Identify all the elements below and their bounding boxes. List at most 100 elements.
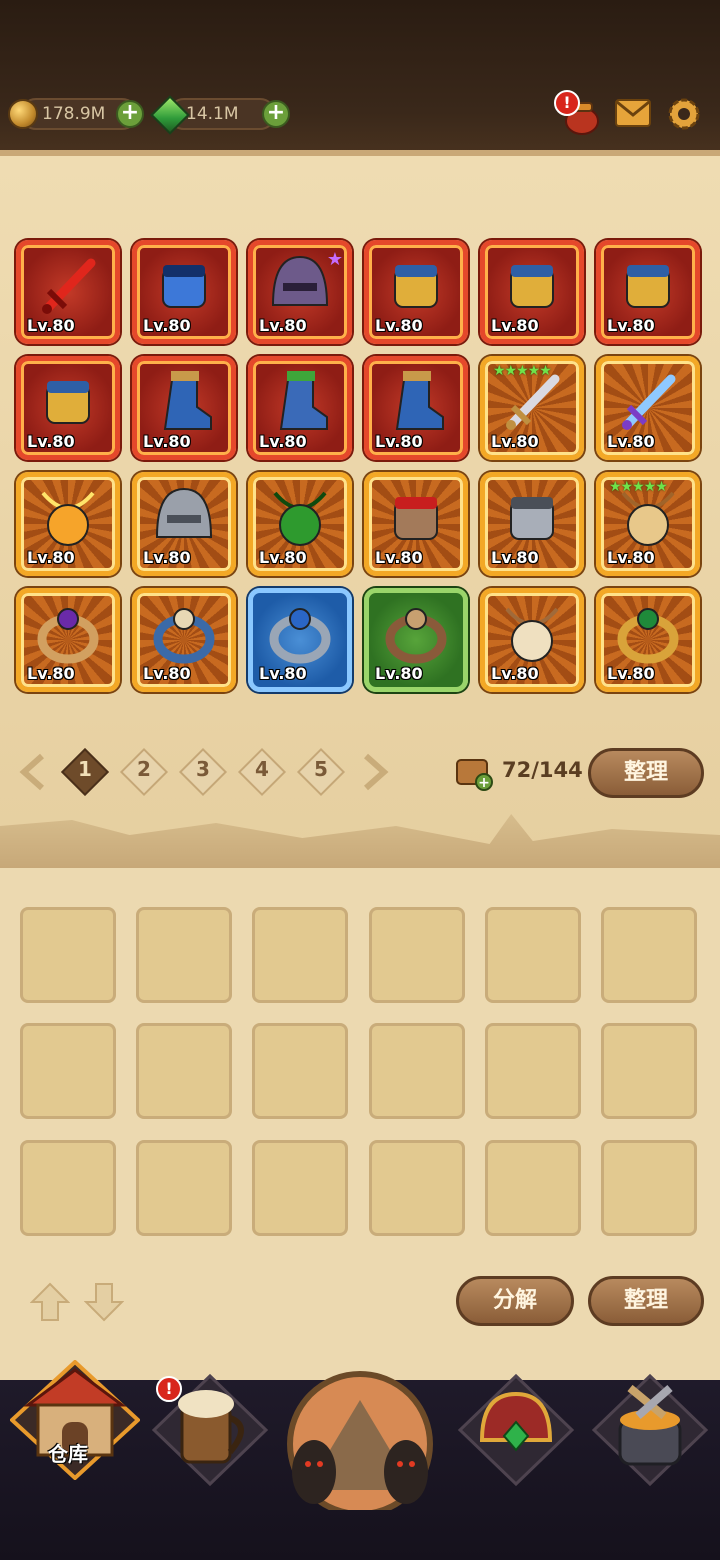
salvage-slot[interactable] [601,907,697,1003]
item-level: Lv.80 [143,548,191,567]
item-level: Lv.80 [607,432,655,451]
salvage-slot[interactable] [20,907,116,1003]
inventory-item-slot[interactable]: Lv.80 [248,588,352,692]
salvage-slot[interactable] [369,907,465,1003]
item-level: Lv.80 [375,432,423,451]
item-level: Lv.80 [27,432,75,451]
green-pendant-icon [265,483,335,557]
inventory-item-slot[interactable]: Lv.80 [16,240,120,344]
star-rating: ★★★★★ [493,363,552,379]
skull-hood-icon [265,251,335,325]
item-level: Lv.80 [259,432,307,451]
inventory-item-slot[interactable]: ★ Lv.80 [248,240,352,344]
item-level: Lv.80 [375,548,423,567]
inventory-item-slot[interactable]: Lv.80 [248,472,352,576]
nav-warehouse-label: 仓库 [48,1442,88,1466]
salvage-slot[interactable] [136,1023,232,1119]
scroll-up-arrow-icon[interactable] [29,1282,71,1322]
salvage-slot[interactable] [20,1140,116,1236]
salvage-slot[interactable] [136,907,232,1003]
page-number: 3 [196,757,210,781]
salvage-slot[interactable] [369,1140,465,1236]
inventory-item-slot[interactable]: Lv.80 [16,472,120,576]
salvage-slot[interactable] [485,1140,581,1236]
red-scimitar-icon [33,251,103,325]
gold-gauntlet-icon [613,251,683,325]
inventory-item-slot[interactable]: Lv.80 [16,356,120,460]
boot-icon [149,367,219,441]
inventory-grid: Lv.80 Lv.80 ★ Lv.80 Lv.80 Lv.80 Lv.80 Lv.80 Lv.8… [0,0,720,800]
eye-ring-icon [265,599,335,673]
blue-gauntlet-icon [149,251,219,325]
inventory-item-slot[interactable]: Lv.80 [132,588,236,692]
inventory-item-slot[interactable]: Lv.80 [364,472,468,576]
item-level: Lv.80 [143,316,191,335]
salvage-slot[interactable] [252,907,348,1003]
nav-forge[interactable] [590,1370,710,1500]
amethyst-ring-icon [33,599,103,673]
item-level: Lv.80 [143,664,191,683]
star-rating: ★★★★★ [609,479,668,495]
inventory-item-slot[interactable]: Lv.80 [480,588,584,692]
item-level: Lv.80 [375,664,423,683]
item-level: Lv.80 [607,664,655,683]
inventory-item-slot[interactable]: Lv.80 [16,588,120,692]
salvage-slot[interactable] [485,1023,581,1119]
salvage-slot[interactable] [136,1140,232,1236]
eye-gauntlet-icon [381,483,451,557]
scroll-down-arrow-icon[interactable] [83,1282,125,1322]
item-level: Lv.80 [259,664,307,683]
salvage-slot[interactable] [252,1023,348,1119]
sun-amulet-icon [33,483,103,557]
page-next-arrow-icon[interactable] [360,752,390,792]
page-number: 1 [78,757,92,781]
sort-button-top[interactable]: 整理 [588,748,704,798]
nav-tavern[interactable]: ! [150,1370,270,1500]
inventory-item-slot[interactable]: Lv.80 [364,588,468,692]
steel-gauntlet-icon [497,483,567,557]
salvage-slot[interactable] [601,1140,697,1236]
item-level: Lv.80 [491,316,539,335]
gold-gauntlet-icon [33,367,103,441]
salvage-slot[interactable] [485,907,581,1003]
salvage-slot[interactable] [252,1140,348,1236]
page-number: 4 [255,757,269,781]
page-number: 2 [137,757,151,781]
nav-hero[interactable] [456,1370,576,1500]
inventory-item-slot[interactable]: Lv.80 [132,356,236,460]
inventory-item-slot[interactable]: Lv.80 [596,240,700,344]
item-level: Lv.80 [259,548,307,567]
inventory-item-slot[interactable]: Lv.80 [132,472,236,576]
inventory-item-slot[interactable]: Lv.80 [364,356,468,460]
item-level: Lv.80 [27,548,75,567]
salvage-slot[interactable] [601,1023,697,1119]
inventory-item-slot[interactable]: Lv.80 [480,240,584,344]
item-level: Lv.80 [27,664,75,683]
salvage-slot[interactable] [20,1023,116,1119]
inventory-item-slot[interactable]: ★★★★★ Lv.80 [596,472,700,576]
sort-button-bottom[interactable]: 整理 [588,1276,704,1326]
item-level: Lv.80 [143,432,191,451]
tavern-alert-badge: ! [156,1376,182,1402]
claw-ring-icon [381,599,451,673]
inventory-item-slot[interactable]: Lv.80 [364,240,468,344]
fang-necklace-icon [497,599,567,673]
inventory-item-slot[interactable]: Lv.80 [596,588,700,692]
inventory-item-slot[interactable]: Lv.80 [480,472,584,576]
nav-warehouse[interactable]: 仓库 [9,1359,141,1510]
inventory-item-slot[interactable]: ★★★★★ Lv.80 [480,356,584,460]
leaf-boot-icon [265,367,335,441]
salvage-slot[interactable] [369,1023,465,1119]
item-level: Lv.80 [607,316,655,335]
iron-helmet-icon [149,483,219,557]
decompose-button[interactable]: 分解 [456,1276,574,1326]
item-level: Lv.80 [491,548,539,567]
inventory-item-slot[interactable]: Lv.80 [248,356,352,460]
inventory-item-slot[interactable]: Lv.80 [596,356,700,460]
item-level: Lv.80 [491,432,539,451]
inventory-item-slot[interactable]: Lv.80 [132,240,236,344]
page-prev-arrow-icon[interactable] [18,752,48,792]
item-level: Lv.80 [375,316,423,335]
nav-adventure[interactable] [276,1360,444,1517]
emerald-ring-icon [613,599,683,673]
